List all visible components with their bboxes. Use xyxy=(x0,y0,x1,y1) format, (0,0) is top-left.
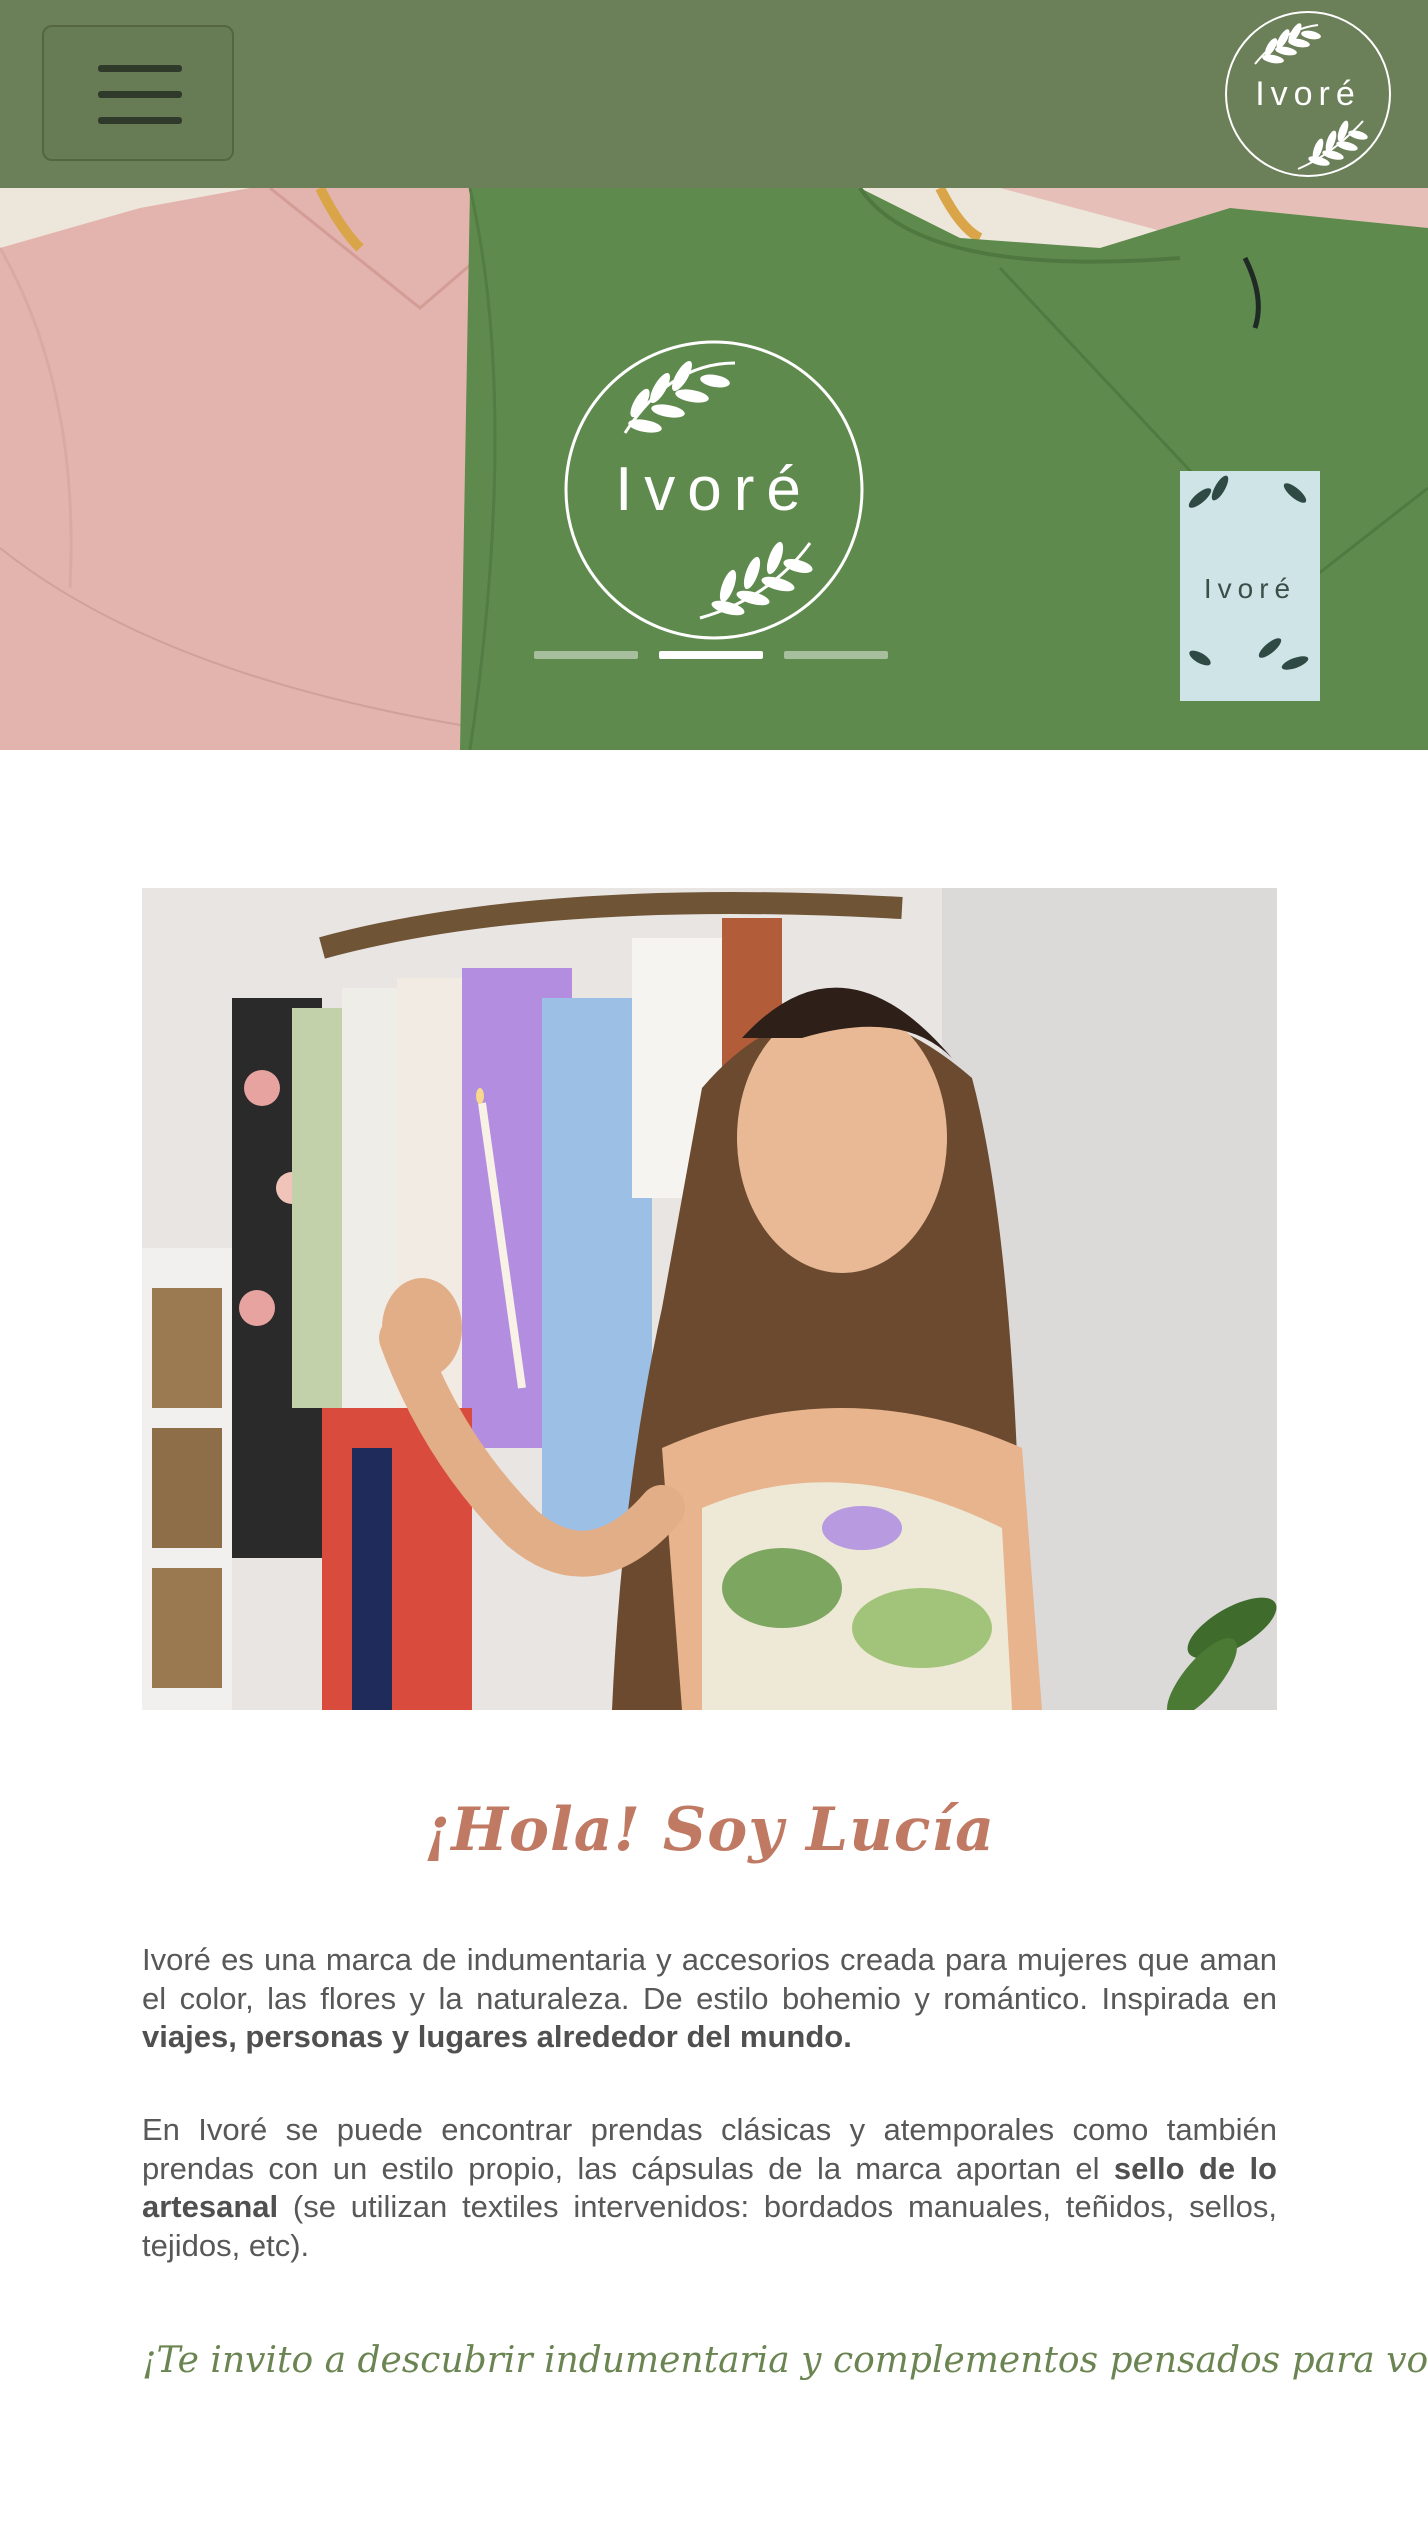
menu-button[interactable] xyxy=(42,25,234,161)
carousel-dot-3[interactable] xyxy=(784,651,888,659)
about-paragraph-1: Ivoré es una marca de indumentaria y acc… xyxy=(142,1941,1277,2057)
founder-image xyxy=(142,888,1277,1710)
hero-image: Ivoré Ivoré xyxy=(0,188,1428,750)
about-photo xyxy=(142,888,1277,1710)
about-paragraph-2: En Ivoré se puede encontrar prendas clás… xyxy=(142,2111,1277,2265)
carousel-dot-2[interactable] xyxy=(659,651,763,659)
hero-banner[interactable]: Ivoré Ivoré xyxy=(0,188,1428,750)
brand-logo[interactable]: Ivoré xyxy=(1223,9,1393,179)
carousel-indicators xyxy=(534,651,888,661)
hamburger-bar xyxy=(98,117,182,124)
tag-text: Ivoré xyxy=(1204,573,1296,604)
paragraph-text: Ivoré es una marca de indumentaria y acc… xyxy=(142,1942,1277,2016)
site-header: Ivoré xyxy=(0,0,1428,188)
paragraph-emphasis: viajes, personas y lugares alrededor del… xyxy=(142,2019,852,2054)
paragraph-text: En Ivoré se puede encontrar prendas clás… xyxy=(142,2112,1277,2186)
hamburger-bar xyxy=(98,91,182,98)
svg-text:Ivoré: Ivoré xyxy=(615,455,813,524)
closing-invitation: ¡Te invito a descubrir indumentaria y co… xyxy=(142,2340,1428,2381)
carousel-dot-1[interactable] xyxy=(534,651,638,659)
about-heading: ¡Hola! Soy Lucía xyxy=(423,1795,996,1865)
hamburger-icon xyxy=(98,65,182,72)
paragraph-text: (se utilizan textiles intervenidos: bord… xyxy=(142,2189,1277,2263)
logo-text: Ivoré xyxy=(1255,75,1361,113)
